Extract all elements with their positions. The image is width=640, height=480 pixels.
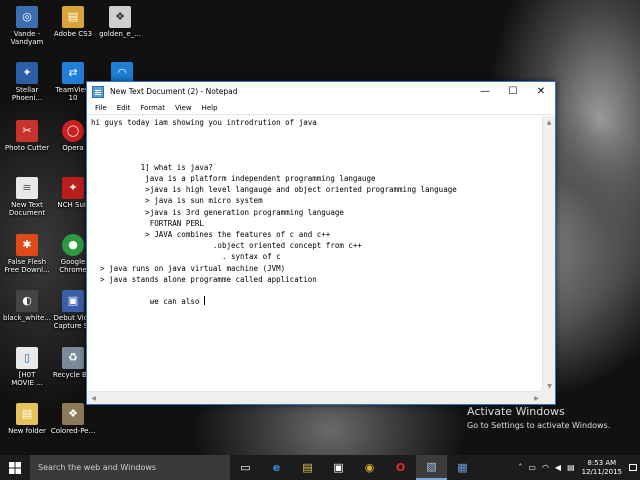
scroll-left-icon[interactable]: ◀ bbox=[87, 392, 100, 405]
system-tray: ˄ ▭ ◠ ◀ ▤ 8:53 AM 12/11/2015 bbox=[515, 455, 640, 480]
editor-line: > JAVA combines the features of c and c+… bbox=[91, 230, 331, 240]
image-icon: ❖ bbox=[109, 6, 131, 28]
close-button[interactable]: ✕ bbox=[527, 82, 555, 101]
vande-vandyam-icon: ◎ bbox=[16, 6, 38, 28]
activate-windows-title: Activate Windows bbox=[467, 405, 565, 418]
clock[interactable]: 8:53 AM 12/11/2015 bbox=[578, 459, 626, 477]
debut-capture-icon: ▣ bbox=[62, 290, 84, 312]
clock-date: 12/11/2015 bbox=[581, 467, 622, 476]
photo-cutter-icon: ✂ bbox=[16, 120, 38, 142]
editor-line: >java is 3rd generation programming lang… bbox=[91, 207, 344, 217]
false-flesh-icon: ✱ bbox=[16, 234, 38, 256]
search-placeholder: Search the web and Windows bbox=[38, 463, 157, 472]
maximize-button[interactable]: ☐ bbox=[499, 82, 527, 101]
desktop-icon-label: Colored-Pe... bbox=[50, 427, 96, 435]
title-bar[interactable]: New Text Document (2) - Notepad — ☐ ✕ bbox=[87, 82, 555, 101]
text-editor[interactable]: hi guys today iam showing you introdruti… bbox=[87, 116, 543, 393]
store-icon[interactable]: ▣ bbox=[323, 455, 354, 480]
editor-line: >java is high level langauge and object … bbox=[91, 185, 457, 195]
desktop-icon-adobe-cs3[interactable]: ▤ Adobe CS3 bbox=[46, 6, 100, 38]
desktop-icon-label: Adobe CS3 bbox=[53, 30, 93, 38]
activate-windows-watermark: Activate Windows Go to Settings to activ… bbox=[467, 405, 610, 430]
minimize-button[interactable]: — bbox=[471, 82, 499, 101]
chrome-taskbar-icon[interactable]: ◉ bbox=[354, 455, 385, 480]
recycle-bin-icon: ♻ bbox=[62, 347, 84, 369]
battery-icon[interactable]: ▭ bbox=[525, 463, 539, 472]
menu-file[interactable]: File bbox=[90, 104, 112, 112]
nch-suite-icon: ✦ bbox=[62, 177, 84, 199]
menu-format[interactable]: Format bbox=[135, 104, 170, 112]
activate-windows-subtitle: Go to Settings to activate Windows. bbox=[467, 421, 611, 430]
file-explorer-icon[interactable]: ▤ bbox=[292, 455, 323, 480]
editor-line: > java is sun micro system bbox=[91, 196, 263, 206]
resize-grip[interactable] bbox=[542, 391, 555, 404]
clock-time: 8:53 AM bbox=[587, 458, 617, 467]
network-icon[interactable]: ◠ bbox=[539, 463, 552, 472]
editor-line: 1] what is java? bbox=[91, 162, 213, 172]
editor-line: . syntax of c bbox=[91, 252, 281, 262]
menu-view[interactable]: View bbox=[170, 104, 197, 112]
editor-line: hi guys today iam showing you introdruti… bbox=[91, 118, 317, 127]
folder-icon: ▤ bbox=[62, 6, 84, 28]
show-hidden-icons-icon[interactable]: ˄ bbox=[515, 463, 525, 472]
notepad-taskbar-icon[interactable]: ▧ bbox=[416, 455, 447, 480]
movie-file-icon: ▯ bbox=[16, 347, 38, 369]
notepad-icon bbox=[92, 85, 104, 98]
editor-line: we can also bbox=[91, 296, 205, 307]
editor-line: FORTRAN PERL bbox=[91, 218, 204, 228]
editor-line: .object oriented concept from c++ bbox=[91, 241, 362, 251]
desktop-icon-golden[interactable]: ❖ golden_e_... bbox=[93, 6, 147, 38]
editor-line: > java runs on java virtual machine (JVM… bbox=[91, 263, 286, 273]
text-document-icon: ≡ bbox=[16, 177, 38, 199]
menu-help[interactable]: Help bbox=[197, 104, 223, 112]
start-button[interactable] bbox=[0, 455, 30, 480]
search-box[interactable]: Search the web and Windows bbox=[30, 455, 230, 480]
opera-taskbar-icon[interactable]: O bbox=[385, 455, 416, 480]
folder-icon: ▤ bbox=[16, 403, 38, 425]
opera-icon: ◯ bbox=[62, 120, 84, 142]
window-title: New Text Document (2) - Notepad bbox=[110, 87, 238, 96]
stellar-phoenix-icon: ✦ bbox=[16, 62, 38, 84]
task-view-icon[interactable]: ▭ bbox=[230, 455, 261, 480]
chrome-icon: ● bbox=[62, 234, 84, 256]
menu-bar: File Edit Format View Help bbox=[87, 101, 555, 115]
editor-line: java is a platform independent programmi… bbox=[91, 174, 376, 184]
notepad-window[interactable]: New Text Document (2) - Notepad — ☐ ✕ Fi… bbox=[86, 81, 556, 405]
action-center-icon bbox=[629, 463, 637, 471]
teamviewer-icon: ⇄ bbox=[62, 62, 84, 84]
horizontal-scrollbar[interactable]: ◀ ▶ bbox=[87, 391, 543, 404]
menu-edit[interactable]: Edit bbox=[112, 104, 136, 112]
image-icon: ❖ bbox=[62, 403, 84, 425]
desktop-icon-colored-pencil[interactable]: ❖ Colored-Pe... bbox=[46, 403, 100, 435]
image-icon: ◐ bbox=[16, 290, 38, 312]
text-caret bbox=[203, 296, 205, 306]
vertical-scrollbar[interactable]: ▲ ▼ bbox=[542, 116, 555, 393]
desktop-icon-label: golden_e_... bbox=[99, 30, 141, 38]
keyboard-icon[interactable]: ▤ bbox=[564, 463, 578, 472]
windows-logo-icon bbox=[9, 461, 21, 474]
edge-icon[interactable]: e bbox=[261, 455, 292, 480]
app-taskbar-icon[interactable]: ▦ bbox=[447, 455, 478, 480]
volume-icon[interactable]: ◀ bbox=[552, 463, 564, 472]
taskbar: Search the web and Windows ▭ e ▤ ▣ ◉ O ▧… bbox=[0, 455, 640, 480]
notifications-icon[interactable] bbox=[626, 455, 640, 480]
scroll-up-icon[interactable]: ▲ bbox=[543, 116, 555, 129]
editor-line: > java stands alone programme called app… bbox=[91, 274, 317, 284]
